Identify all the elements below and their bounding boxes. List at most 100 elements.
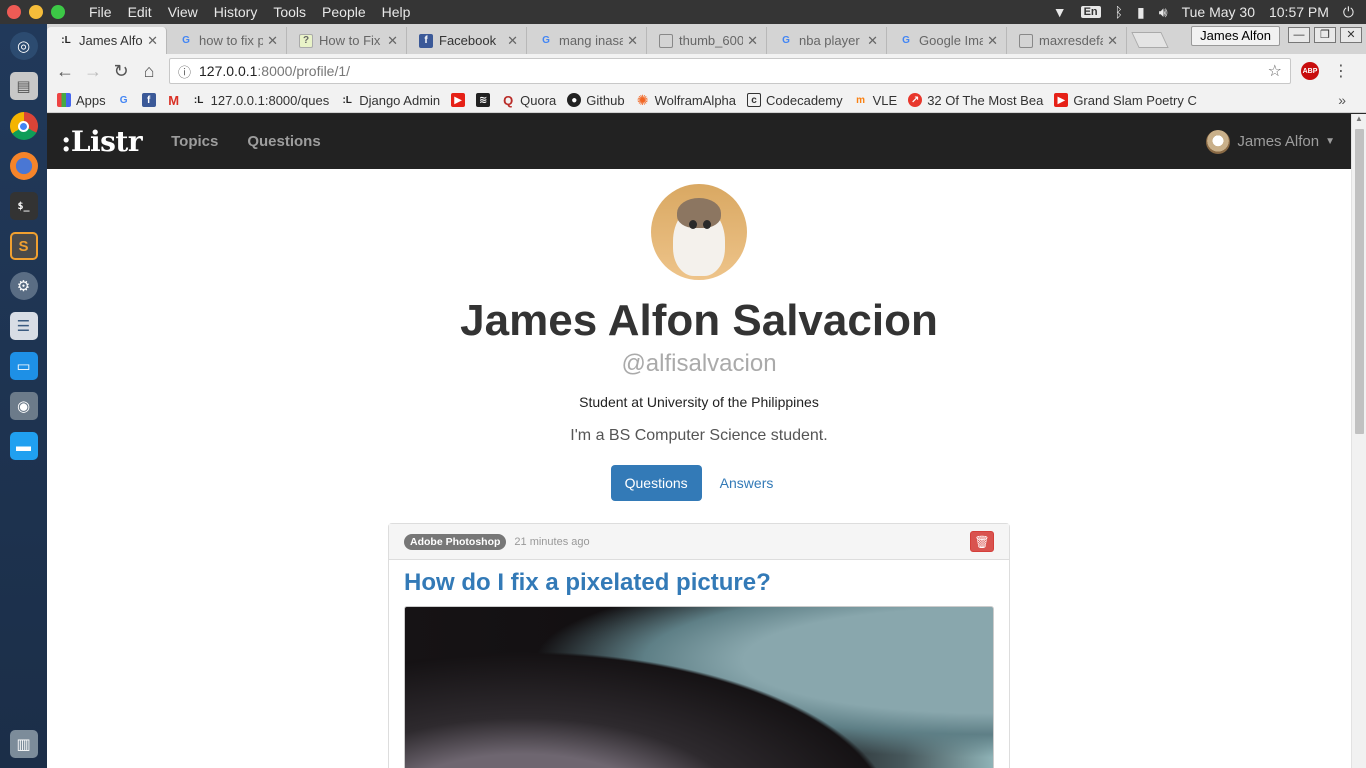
bookmark-google[interactable]: G	[117, 93, 131, 107]
reload-icon[interactable]: ↻	[107, 61, 135, 82]
scrollbar-thumb[interactable]	[1355, 129, 1364, 434]
topic-badge[interactable]: Adobe Photoshop	[404, 533, 507, 550]
menu-view[interactable]: View	[160, 4, 206, 20]
bookmark-apps[interactable]: Apps	[57, 93, 106, 108]
bookmark-steem[interactable]: ≋	[476, 93, 491, 107]
ubuntu-icon[interactable]: ◎	[9, 32, 38, 60]
bookmark-github[interactable]: ● Github	[567, 93, 625, 108]
date-label[interactable]: Tue May 30	[1182, 4, 1255, 20]
firefox-icon[interactable]	[9, 152, 38, 180]
bookmark-quora[interactable]: Q Quora	[501, 93, 556, 108]
more-bookmarks-icon[interactable]: »	[1338, 92, 1346, 108]
minimize-window-icon[interactable]	[29, 5, 43, 19]
close-icon[interactable]: ✕	[1340, 27, 1362, 43]
bookmark-facebook[interactable]: f	[141, 93, 156, 107]
home-icon[interactable]: ⌂	[135, 61, 163, 82]
google-icon: G	[542, 35, 550, 46]
bookmark-vle[interactable]: m VLE	[854, 93, 897, 108]
tab-nba-player[interactable]: G nba player ✕	[767, 27, 887, 54]
google-icon: G	[782, 35, 790, 46]
menu-history[interactable]: History	[206, 4, 266, 20]
close-tab-icon[interactable]: ✕	[147, 33, 158, 49]
restore-icon[interactable]: ❐	[1314, 27, 1336, 43]
nav-topics[interactable]: Topics	[171, 133, 218, 150]
windows-icon[interactable]: ▭	[9, 352, 38, 380]
close-tab-icon[interactable]: ✕	[387, 33, 398, 49]
minimize-icon[interactable]: —	[1288, 27, 1310, 43]
close-tab-icon[interactable]: ✕	[627, 33, 638, 49]
chrome-icon[interactable]	[9, 112, 38, 140]
page-scrollbar[interactable]: ▲	[1351, 114, 1366, 768]
close-tab-icon[interactable]: ✕	[867, 33, 878, 49]
system-icon[interactable]: ☰	[9, 312, 38, 340]
bookmark-questions[interactable]: :L 127.0.0.1:8000/ques	[192, 93, 329, 108]
folder-icon[interactable]: ▬	[9, 432, 38, 460]
terminal-icon[interactable]: $_	[9, 192, 38, 220]
site-navbar: :Listr Topics Questions James Alfon ▼	[47, 114, 1351, 169]
settings-icon[interactable]: ⚙	[9, 272, 38, 300]
close-tab-icon[interactable]: ✕	[1107, 33, 1118, 49]
close-tab-icon[interactable]: ✕	[747, 33, 758, 49]
volume-icon[interactable]: 🔊︎	[1159, 4, 1168, 21]
tab-maxresdefault[interactable]: maxresdefault ✕	[1007, 27, 1127, 54]
bookmark-32-most[interactable]: ↗ 32 Of The Most Bea	[908, 93, 1043, 108]
sublime-icon[interactable]: S	[9, 232, 38, 260]
tab-how-to-fix[interactable]: G how to fix pixelated ✕	[167, 27, 287, 54]
bookmark-grand-slam[interactable]: ▶ Grand Slam Poetry C	[1054, 93, 1197, 108]
tab-google-images[interactable]: G Google Images ✕	[887, 27, 1007, 54]
battery-icon[interactable]: ▮	[1137, 4, 1145, 21]
bookmark-star-icon[interactable]: ☆	[1268, 61, 1282, 81]
files-icon[interactable]: ▤	[9, 72, 38, 100]
bookmark-label: Grand Slam Poetry C	[1073, 92, 1197, 108]
browser-tab-strip: :L James Alfon Salvacion ✕ G how to fix …	[47, 24, 1366, 54]
new-tab-button[interactable]	[1131, 32, 1169, 48]
tab-mang-inasal[interactable]: G mang inasal ✕	[527, 27, 647, 54]
time-label[interactable]: 10:57 PM	[1269, 4, 1329, 20]
browser-profile-button[interactable]: James Alfon	[1191, 26, 1280, 46]
tab-thumb[interactable]: thumb_600 ✕	[647, 27, 767, 54]
close-window-icon[interactable]	[7, 5, 21, 19]
menu-help[interactable]: Help	[374, 4, 419, 20]
close-tab-icon[interactable]: ✕	[267, 33, 278, 49]
trash-icon[interactable]: ▥	[9, 730, 38, 758]
bookmark-youtube[interactable]: ▶	[451, 93, 466, 107]
profile-bio: I'm a BS Computer Science student.	[570, 427, 828, 444]
tab-title: how to fix pixelated	[199, 33, 264, 48]
tab-questions[interactable]: Questions	[610, 465, 702, 501]
delete-button[interactable]: 🗑︎	[970, 531, 994, 552]
tab-answers[interactable]: Answers	[706, 465, 788, 501]
close-tab-icon[interactable]: ✕	[507, 33, 518, 49]
menu-edit[interactable]: Edit	[120, 4, 160, 20]
menu-tools[interactable]: Tools	[265, 4, 314, 20]
disks-icon[interactable]: ◉	[9, 392, 38, 420]
nav-questions[interactable]: Questions	[247, 133, 320, 150]
maximize-window-icon[interactable]	[51, 5, 65, 19]
menu-file[interactable]: File	[81, 4, 120, 20]
browser-menu-icon[interactable]: ⋮	[1333, 61, 1349, 81]
scroll-up-icon[interactable]: ▲	[1352, 114, 1366, 128]
page-icon	[659, 33, 673, 48]
back-icon[interactable]: ←	[51, 61, 79, 82]
close-tab-icon[interactable]: ✕	[987, 33, 998, 49]
bookmark-gmail[interactable]: M	[167, 93, 181, 108]
adblock-icon[interactable]: ABP	[1301, 62, 1319, 80]
menu-people[interactable]: People	[314, 4, 374, 20]
site-info-icon[interactable]: ⓘ	[178, 62, 191, 81]
bluetooth-icon[interactable]: ᛒ	[1115, 4, 1123, 20]
question-title[interactable]: How do I fix a pixelated picture?	[389, 560, 1009, 597]
site-logo[interactable]: :Listr	[47, 125, 143, 158]
wifi-icon[interactable]: ▼	[1053, 4, 1067, 20]
forward-icon[interactable]: →	[79, 61, 107, 82]
window-traffic-lights	[0, 5, 81, 19]
address-bar[interactable]: ⓘ 127.0.0.1 :8000/profile/1/ ☆	[169, 58, 1291, 84]
keyboard-language[interactable]: En	[1080, 6, 1101, 18]
bookmark-label: Django Admin	[359, 92, 441, 108]
power-icon[interactable]: ⏻	[1343, 4, 1354, 21]
tab-facebook[interactable]: f Facebook ✕	[407, 27, 527, 54]
bookmark-django-admin[interactable]: :L Django Admin	[340, 93, 440, 108]
user-menu[interactable]: James Alfon ▼	[1206, 129, 1335, 154]
bookmark-wolframalpha[interactable]: ✺ WolframAlpha	[636, 92, 736, 108]
tab-how-to-fix-pixelated[interactable]: ? How to Fix a Pixelated ✕	[287, 27, 407, 54]
tab-profile[interactable]: :L James Alfon Salvacion ✕	[47, 27, 167, 54]
bookmark-codecademy[interactable]: c Codecademy	[747, 93, 843, 108]
